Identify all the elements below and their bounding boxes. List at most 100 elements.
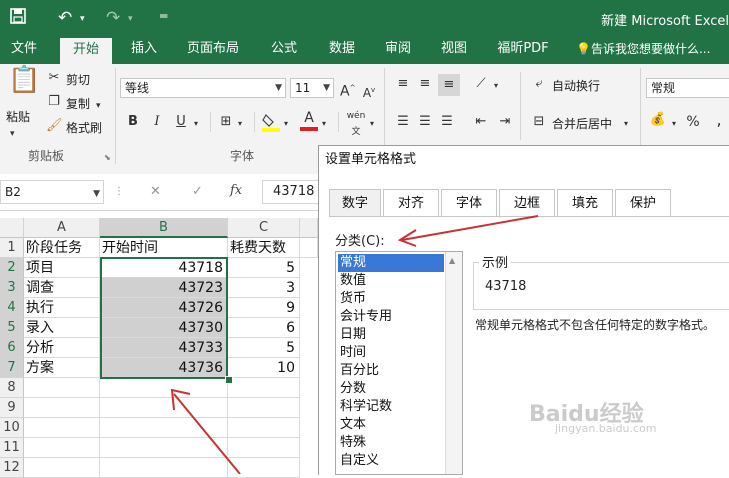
tab-foxit-pdf[interactable]: 福昕PDF (486, 36, 560, 64)
paste-dropdown-icon[interactable]: ▾ (10, 126, 15, 142)
category-scrollbar[interactable]: ▲ (445, 252, 462, 474)
cell-c6[interactable]: 5 (228, 338, 300, 358)
cell-c4[interactable]: 9 (228, 298, 300, 318)
cell-a2[interactable]: 项目 (24, 258, 100, 278)
borders-icon[interactable]: ⊞ (218, 114, 234, 130)
save-icon[interactable] (10, 8, 26, 28)
cell-a6[interactable]: 分析 (24, 338, 100, 358)
column-header-a[interactable]: A (24, 218, 100, 238)
tab-data[interactable]: 数据 (320, 36, 364, 64)
tab-home[interactable]: 开始 (60, 38, 112, 64)
category-item-accounting[interactable]: 会计专用 (338, 308, 444, 326)
cell-c1[interactable]: 耗费天数 (228, 238, 300, 258)
tab-protection[interactable]: 保护 (615, 189, 671, 217)
merge-center-button[interactable]: 合并后居中 (552, 115, 612, 132)
cell-a7[interactable]: 方案 (24, 358, 100, 378)
category-item-general[interactable]: 常规 (338, 254, 444, 272)
cut-icon[interactable]: ✂ (46, 70, 62, 86)
row-header[interactable]: 11 (0, 438, 24, 458)
column-header-b[interactable]: B (100, 218, 228, 238)
tab-page-layout[interactable]: 页面布局 (180, 36, 246, 64)
empty-cell[interactable] (24, 398, 100, 418)
fill-color-dropdown-icon[interactable]: ▾ (284, 116, 288, 132)
align-top-icon[interactable]: ≡ (394, 76, 412, 92)
tab-file[interactable]: 文件 (0, 36, 48, 64)
phonetic-icon[interactable]: wén 文 (344, 108, 368, 140)
copy-button[interactable]: 复制 (66, 95, 90, 112)
category-item-fraction[interactable]: 分数 (338, 380, 444, 398)
tab-review[interactable]: 审阅 (376, 36, 420, 64)
format-painter-icon[interactable]: 🖌 (46, 118, 63, 134)
insert-function-icon[interactable]: fx (230, 183, 242, 199)
empty-cell[interactable] (24, 458, 100, 478)
tab-insert[interactable]: 插入 (120, 36, 168, 64)
row-header[interactable]: 10 (0, 418, 24, 438)
tab-view[interactable]: 视图 (432, 36, 476, 64)
tab-fill[interactable]: 填充 (557, 189, 613, 217)
merge-dropdown-icon[interactable]: ▾ (624, 116, 628, 132)
scroll-up-icon[interactable]: ▲ (449, 256, 455, 265)
percent-button[interactable]: % (686, 114, 700, 130)
clipboard-launcher-icon[interactable]: ⬊ (104, 150, 111, 166)
fill-color-icon[interactable] (262, 112, 280, 132)
align-center-icon[interactable]: ☰ (416, 114, 434, 130)
row-header[interactable]: 8 (0, 378, 24, 398)
column-header-c[interactable]: C (228, 218, 300, 238)
paste-icon[interactable]: 📋 (8, 67, 40, 104)
orientation-icon[interactable]: ⟋ (472, 76, 490, 92)
category-list[interactable]: 常规 数值 货币 会计专用 日期 时间 百分比 分数 科学记数 文本 特殊 自定… (335, 251, 463, 475)
cell-c3[interactable]: 3 (228, 278, 300, 298)
cell-a5[interactable]: 录入 (24, 318, 100, 338)
decrease-indent-icon[interactable]: ⇤ (472, 114, 490, 130)
accounting-format-icon[interactable]: 💰 (648, 112, 668, 128)
font-size-combo[interactable]: 11 ▼ (290, 78, 334, 98)
category-item-time[interactable]: 时间 (338, 344, 444, 362)
category-item-percentage[interactable]: 百分比 (338, 362, 444, 380)
row-header[interactable]: 9 (0, 398, 24, 418)
orientation-dropdown-icon[interactable]: ▾ (494, 78, 498, 94)
category-item-number[interactable]: 数值 (338, 272, 444, 290)
align-middle-icon[interactable]: ≡ (416, 76, 434, 92)
row-header[interactable]: 4 (0, 298, 24, 318)
row-header[interactable]: 1 (0, 238, 24, 258)
align-right-icon[interactable]: ☰ (438, 114, 456, 130)
formula-input[interactable]: 43718 (262, 180, 322, 204)
underline-dropdown-icon[interactable]: ▾ (194, 116, 198, 132)
wrap-text-button[interactable]: 自动换行 (552, 77, 600, 94)
italic-button[interactable]: I (150, 114, 164, 130)
wrap-text-icon[interactable]: ⤶ (530, 76, 548, 92)
cell-d1[interactable] (300, 238, 318, 258)
category-item-currency[interactable]: 货币 (338, 290, 444, 308)
row-header[interactable]: 3 (0, 278, 24, 298)
cell-b1[interactable]: 开始时间 (100, 238, 228, 258)
undo-dropdown-icon[interactable]: ▾ (80, 14, 85, 24)
name-box[interactable]: B2 ▼ (0, 180, 104, 204)
row-header[interactable]: 5 (0, 318, 24, 338)
row-header[interactable]: 12 (0, 458, 24, 478)
cell-a3[interactable]: 调查 (24, 278, 100, 298)
empty-cell[interactable] (24, 418, 100, 438)
cancel-icon[interactable]: ✕ (150, 184, 161, 200)
phonetic-dropdown-icon[interactable]: ▾ (370, 116, 374, 132)
category-item-scientific[interactable]: 科学记数 (338, 398, 444, 416)
copy-dropdown-icon[interactable]: ▾ (96, 98, 101, 114)
font-color-icon[interactable]: A (300, 110, 318, 132)
row-header[interactable]: 7 (0, 358, 24, 378)
cut-button[interactable]: 剪切 (66, 71, 90, 88)
redo-icon[interactable]: ↷ (106, 8, 120, 28)
category-item-custom[interactable]: 自定义 (338, 452, 444, 470)
shrink-font-icon[interactable]: Av (362, 82, 376, 101)
cell-c7[interactable]: 10 (228, 358, 300, 378)
underline-button[interactable]: U (174, 114, 188, 130)
row-header[interactable]: 2 (0, 258, 24, 278)
customize-icon[interactable]: ═ (160, 9, 167, 23)
font-color-dropdown-icon[interactable]: ▾ (322, 116, 326, 132)
empty-cell[interactable] (24, 438, 100, 458)
row-header[interactable]: 6 (0, 338, 24, 358)
column-header-d[interactable] (300, 218, 318, 238)
font-name-combo[interactable]: 等线 ▼ (120, 78, 286, 98)
merge-center-icon[interactable]: ⊟ (530, 114, 548, 130)
cell-a1[interactable]: 阶段任务 (24, 238, 100, 258)
undo-icon[interactable]: ↶ (58, 8, 72, 28)
grow-font-icon[interactable]: A^ (340, 80, 355, 100)
